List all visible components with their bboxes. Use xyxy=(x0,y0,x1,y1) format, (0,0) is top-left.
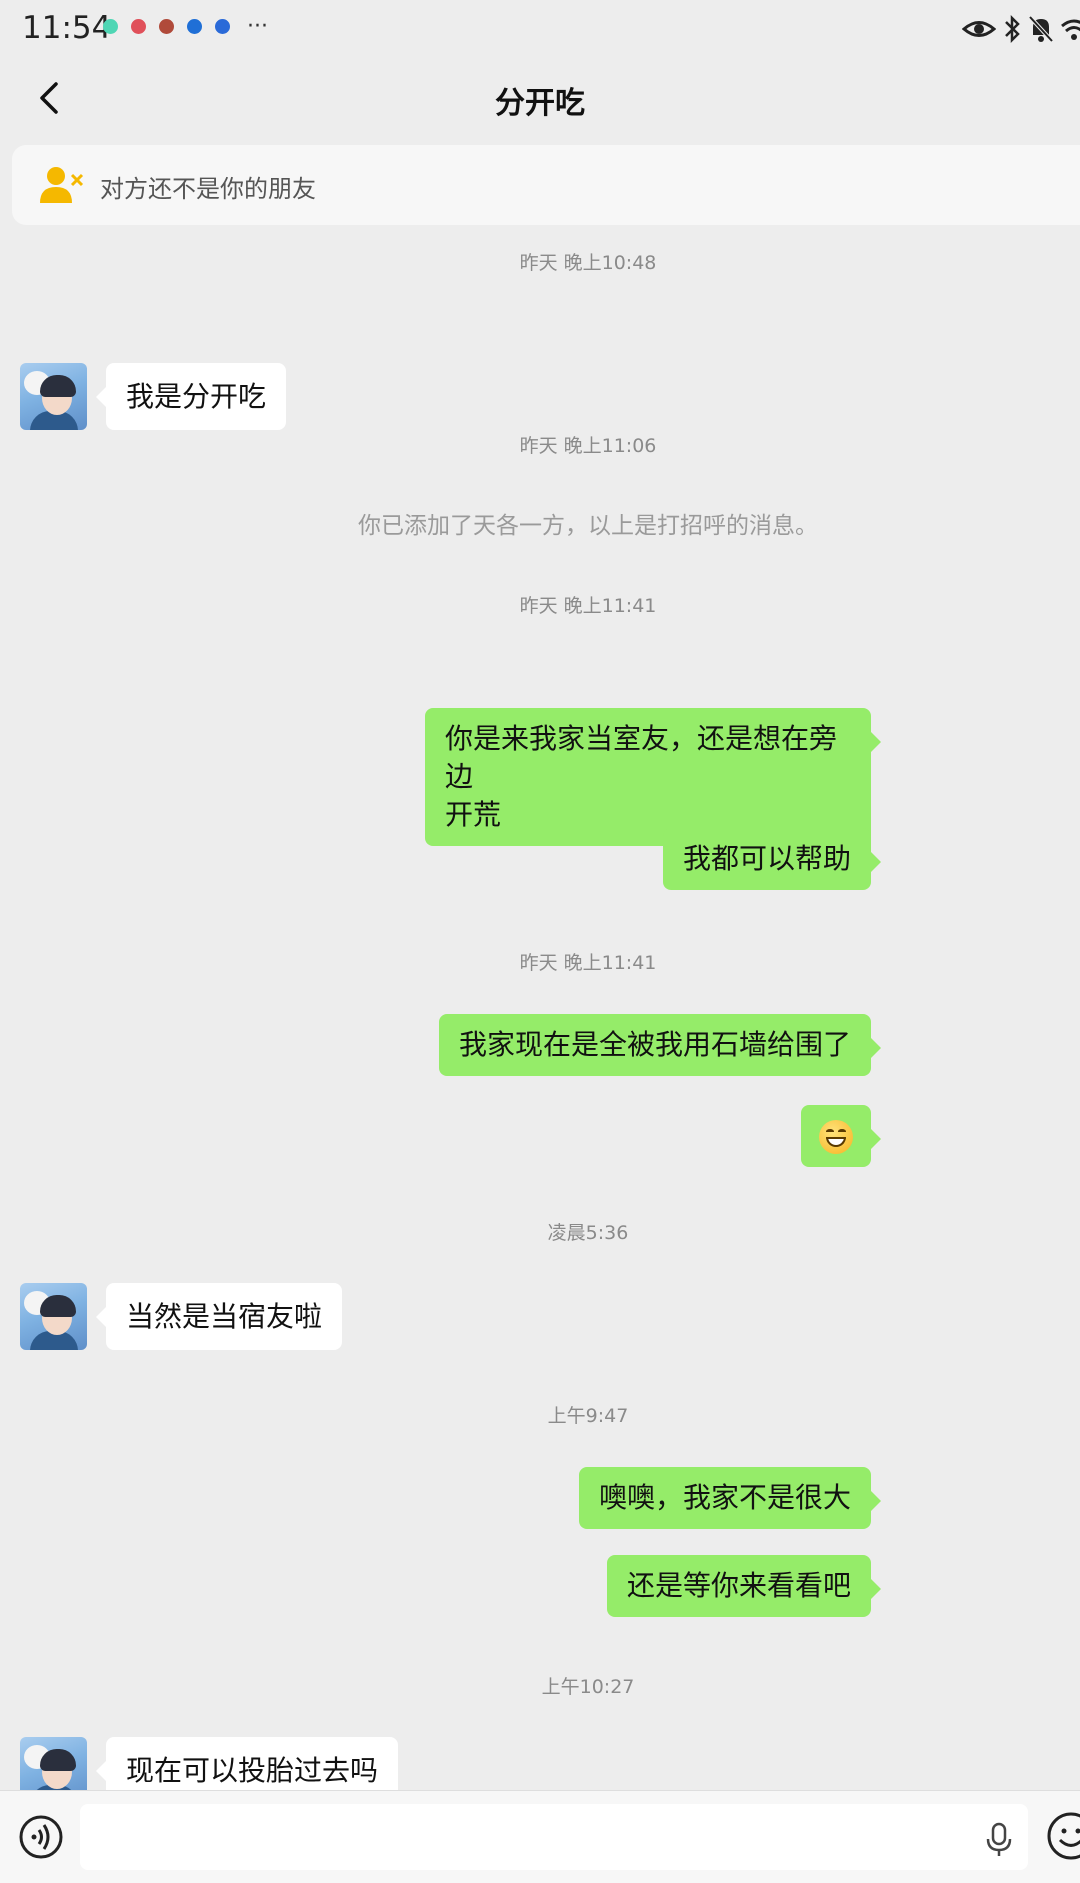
timestamp: 凌晨5:36 xyxy=(547,1222,629,1244)
more-notifications-icon: ··· xyxy=(247,14,268,39)
bluetooth-icon xyxy=(1005,14,1020,44)
nav-bar: 分开吃 xyxy=(0,60,1080,135)
system-status-icons xyxy=(962,14,1080,44)
chat-title: 分开吃 xyxy=(495,86,585,121)
microphone-icon[interactable] xyxy=(984,1822,1014,1858)
wifi-icon xyxy=(1061,19,1080,40)
timestamp: 昨天 晚上10:48 xyxy=(519,252,657,274)
not-friend-text: 对方还不是你的朋友 xyxy=(100,175,316,203)
outgoing-message[interactable]: 我都可以帮助 xyxy=(662,828,882,890)
message-line: 你是来我家当室友，还是想在旁边 xyxy=(445,722,838,793)
status-time: 11:54 xyxy=(22,10,112,46)
avatar[interactable] xyxy=(20,363,87,430)
status-bar: 11:54 ··· xyxy=(0,0,1080,60)
outgoing-message[interactable]: 噢噢，我家不是很大 xyxy=(578,1467,882,1529)
timestamp: 上午9:47 xyxy=(547,1405,629,1427)
notification-icons: ··· xyxy=(103,14,268,39)
voice-icon[interactable] xyxy=(18,1814,64,1860)
timestamp: 昨天 晚上11:41 xyxy=(519,595,657,617)
app-blue-cloud-icon xyxy=(187,19,202,34)
outgoing-emoji-message[interactable] xyxy=(801,1105,881,1167)
avatar[interactable] xyxy=(20,1737,87,1790)
not-friend-banner[interactable]: 对方还不是你的朋友 xyxy=(12,145,1080,225)
timestamp: 上午10:27 xyxy=(541,1676,635,1698)
outgoing-message[interactable]: 我家现在是全被我用石墙给围了 xyxy=(438,1014,882,1076)
outgoing-message[interactable]: 你是来我家当室友，还是想在旁边 开荒 xyxy=(425,708,881,846)
emoji-icon[interactable] xyxy=(1046,1811,1080,1861)
app-green-icon xyxy=(103,19,118,34)
timestamp: 昨天 晚上11:06 xyxy=(519,435,657,457)
timestamp: 昨天 晚上11:41 xyxy=(519,952,657,974)
incoming-message[interactable]: 我是分开吃 xyxy=(95,363,287,430)
message-list[interactable]: 昨天 晚上10:48 我是分开吃 昨天 晚上11:06 你已添加了天各一方，以上… xyxy=(0,228,1080,1790)
app-red-icon xyxy=(131,19,146,34)
outgoing-message[interactable]: 还是等你来看看吧 xyxy=(606,1555,882,1617)
system-message: 你已添加了天各一方，以上是打招呼的消息。 xyxy=(358,513,818,539)
app-avatar-icon xyxy=(159,19,174,34)
incoming-message[interactable]: 当然是当宿友啦 xyxy=(95,1283,343,1350)
app-blue-shield-icon xyxy=(215,19,230,34)
avatar[interactable] xyxy=(20,1283,87,1350)
grinning-face-icon xyxy=(819,1120,853,1154)
message-input[interactable] xyxy=(80,1804,1028,1870)
mute-bell-icon xyxy=(1028,15,1054,43)
input-bar xyxy=(0,1790,1080,1883)
incoming-message[interactable]: 现在可以投胎过去吗 xyxy=(95,1737,399,1790)
remove-friend-icon xyxy=(40,167,84,203)
eye-icon xyxy=(962,21,996,37)
